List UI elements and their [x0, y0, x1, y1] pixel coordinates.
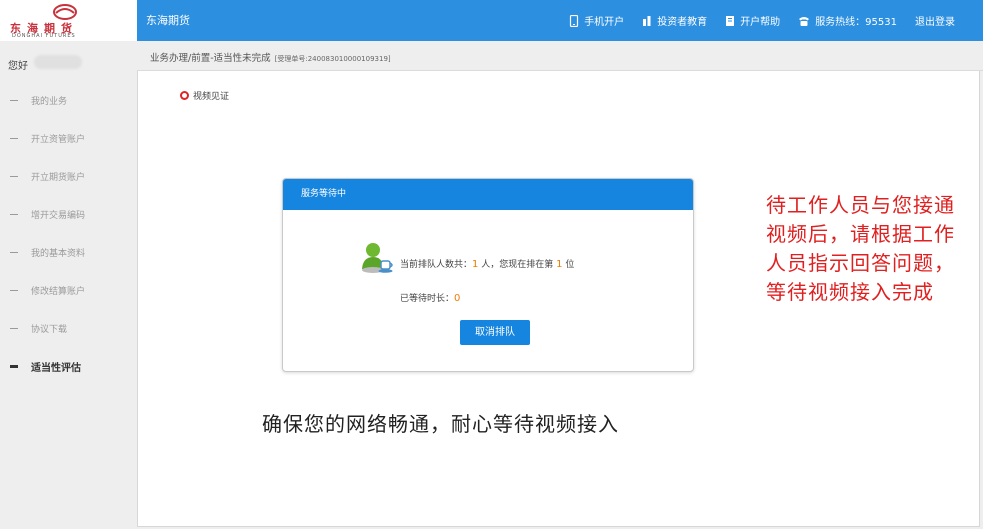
- dash-icon: [10, 364, 18, 368]
- sidebar-item-trading-code[interactable]: 增开交易编码: [0, 195, 137, 233]
- sidebar-item-label: 开立资管账户: [31, 134, 86, 145]
- nav-account-help[interactable]: 开户帮助: [725, 13, 780, 28]
- sidebar-item-label: 适当性评估: [31, 362, 81, 374]
- ticket-number: [受理单号:240083010000109319]: [274, 55, 391, 63]
- dash-icon: [10, 137, 18, 139]
- sidebar-item-agreement-download[interactable]: 协议下载: [0, 309, 137, 347]
- customer-service-icon: [362, 243, 393, 273]
- step-label: 视频见证: [193, 92, 230, 102]
- sidebar-item-label: 我的业务: [31, 96, 68, 107]
- nav-service-hotline-label: 服务热线：95531: [815, 17, 897, 28]
- nav-service-hotline[interactable]: 服务热线：95531: [798, 13, 897, 28]
- top-nav: 手机开户 投资者教育 开户帮助 服务热线：95531 退出登录: [569, 0, 955, 41]
- breadcrumb: 业务办理/前置-适当性未完成 [受理单号:240083010000109319]: [150, 50, 391, 64]
- logout-link[interactable]: 退出登录: [915, 13, 955, 28]
- sidebar-item-basic-info[interactable]: 我的基本资料: [0, 233, 137, 271]
- sidebar-item-suitability[interactable]: 适当性评估: [0, 347, 137, 385]
- sidebar-item-label: 我的基本资料: [31, 248, 86, 259]
- logo-subtext: DONGHAI FUTURES: [12, 33, 76, 39]
- wait-value: 0: [454, 293, 461, 304]
- sidebar-item-label: 协议下载: [31, 324, 68, 335]
- nav-mobile-open-account-label: 手机开户: [584, 17, 625, 28]
- book-icon: [726, 15, 735, 26]
- dash-icon: [10, 251, 18, 253]
- queue-prefix: 当前排队人数共：: [400, 260, 473, 270]
- sidebar-item-settlement-account[interactable]: 修改结算账户: [0, 271, 137, 309]
- radio-dot-icon: [180, 91, 189, 100]
- sidebar-item-label: 增开交易编码: [31, 210, 86, 221]
- greeting: 您好: [8, 61, 28, 72]
- user-name-redacted: [34, 55, 82, 69]
- cancel-queue-button[interactable]: 取消排队: [460, 320, 530, 345]
- queue-mid: 人，您现在排在第: [478, 260, 557, 270]
- top-bar: 东海期货 DONGHAI FUTURES 东海期货 手机开户 投资者教育 开户帮…: [0, 0, 983, 41]
- queue-suffix: 位: [562, 260, 575, 270]
- investor-icon: [643, 15, 651, 26]
- breadcrumb-bar: 业务办理/前置-适当性未完成 [受理单号:240083010000109319]: [137, 41, 983, 71]
- waiting-dialog: 服务等待中 当前排队人数共：1 人，您现在排在第 1 位 已等待时长：0 取消排…: [282, 178, 694, 372]
- dash-icon: [10, 99, 18, 101]
- logout-label: 退出登录: [915, 17, 955, 28]
- wait-prefix: 已等待时长：: [400, 294, 455, 304]
- phone-icon: [570, 14, 579, 27]
- sidebar-item-label: 修改结算账户: [31, 286, 86, 297]
- sidebar-item-my-business[interactable]: 我的业务: [0, 81, 137, 119]
- network-note: 确保您的网络畅通，耐心等待视频接入: [262, 412, 619, 436]
- sidebar-item-asset-account[interactable]: 开立资管账户: [0, 119, 137, 157]
- logo-emblem-icon: [53, 4, 77, 20]
- sidebar-menu: 我的业务 开立资管账户 开立期货账户 增开交易编码 我的基本资料 修改结算账户 …: [0, 81, 137, 385]
- dash-icon: [10, 175, 18, 177]
- nav-mobile-open-account[interactable]: 手机开户: [569, 13, 624, 28]
- nav-investor-education[interactable]: 投资者教育: [642, 13, 707, 28]
- dialog-title: 服务等待中: [283, 179, 693, 210]
- nav-account-help-label: 开户帮助: [740, 17, 781, 28]
- wait-time: 已等待时长：0: [400, 291, 460, 304]
- dash-icon: [10, 213, 18, 215]
- instruction-note: 待工作人员与您接通视频后，请根据工作人员指示回答问题，等待视频接入完成: [766, 193, 955, 304]
- dash-icon: [10, 327, 18, 329]
- sidebar-item-futures-account[interactable]: 开立期货账户: [0, 157, 137, 195]
- breadcrumb-path: 业务办理/前置-适当性未完成: [150, 53, 271, 64]
- logo[interactable]: 东海期货 DONGHAI FUTURES: [0, 0, 137, 41]
- telephone-icon: [799, 16, 810, 26]
- step-indicator: 视频见证: [180, 89, 229, 102]
- dash-icon: [10, 289, 18, 291]
- brand-title: 东海期货: [146, 14, 190, 27]
- nav-investor-education-label: 投资者教育: [657, 17, 708, 28]
- queue-status: 当前排队人数共：1 人，您现在排在第 1 位: [400, 257, 574, 270]
- main-panel: 视频见证 服务等待中 当前排队人数共：1 人，您现在排在第 1 位 已等待时长：…: [137, 71, 980, 527]
- sidebar: 您好 我的业务 开立资管账户 开立期货账户 增开交易编码 我的基本资料 修改结算…: [0, 41, 137, 529]
- sidebar-item-label: 开立期货账户: [31, 172, 86, 183]
